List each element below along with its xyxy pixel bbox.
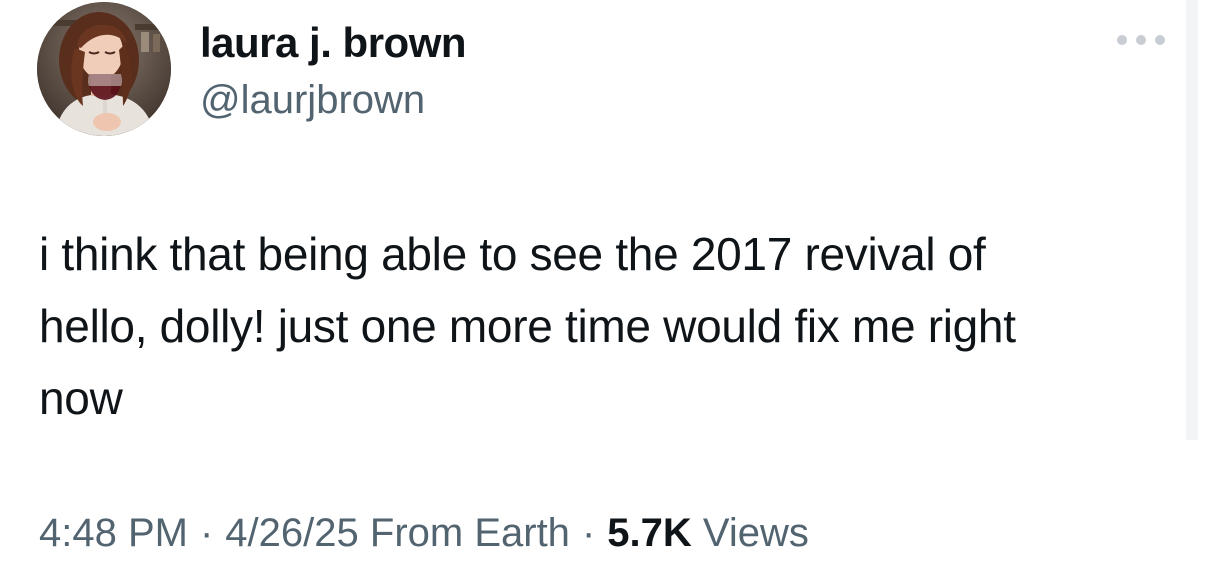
avatar[interactable]	[37, 2, 171, 136]
author-handle[interactable]: @laurjbrown	[200, 76, 425, 124]
more-dot	[1155, 35, 1165, 45]
meta-separator: ·	[581, 511, 596, 555]
tweet-text: i think that being able to see the 2017 …	[39, 228, 1016, 424]
more-dot	[1117, 35, 1127, 45]
tweet-card: laura j. brown @laurjbrown i think that …	[0, 0, 1206, 585]
edge-divider	[1186, 0, 1198, 440]
avatar-image	[37, 2, 171, 136]
tweet-meta: 4:48 PM · 4/26/25 From Earth · 5.7K Views	[39, 508, 809, 558]
tweet-source: From Earth	[369, 511, 570, 555]
tweet-time[interactable]: 4:48 PM	[39, 511, 188, 555]
views-count: 5.7K	[607, 511, 692, 555]
views-label: Views	[702, 511, 809, 555]
author-display-name[interactable]: laura j. brown	[200, 18, 467, 68]
more-dot	[1136, 35, 1146, 45]
tweet-date[interactable]: 4/26/25	[225, 511, 358, 555]
more-options-icon[interactable]	[1117, 30, 1165, 50]
meta-separator: ·	[199, 511, 214, 555]
